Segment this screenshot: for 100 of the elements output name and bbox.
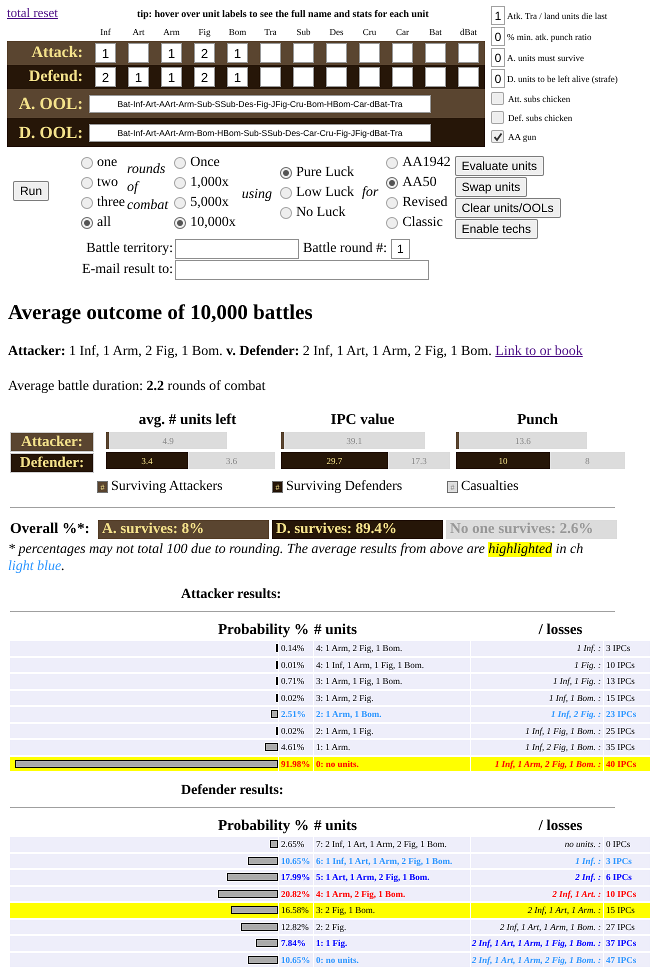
unit-label[interactable]: Sub <box>287 27 320 41</box>
option-field[interactable]: 1 <box>491 6 505 25</box>
reset-link[interactable]: total reset <box>7 5 137 21</box>
action-button[interactable]: Clear units/OOLs <box>454 198 561 218</box>
unit-count-field[interactable] <box>425 67 446 87</box>
unit-count-field[interactable] <box>359 43 380 63</box>
email-field[interactable] <box>175 260 429 280</box>
radio-label[interactable]: three <box>97 195 125 211</box>
radio-button[interactable] <box>280 167 292 179</box>
unit-count-field[interactable]: 2 <box>194 67 215 87</box>
radio-label[interactable]: 10,000x <box>190 215 236 231</box>
option-field[interactable]: 0 <box>491 69 505 88</box>
table-cell: 27 IPCs <box>604 920 650 934</box>
radio-button[interactable] <box>174 177 186 189</box>
unit-count-field[interactable] <box>458 67 479 87</box>
table-cell: 0 IPCs <box>604 837 650 852</box>
unit-label[interactable]: Des <box>320 27 353 41</box>
surviving-bar: 3.4 <box>106 452 188 469</box>
table-cell: 10.65% <box>279 952 313 967</box>
radio-label[interactable]: one <box>97 155 118 171</box>
unit-label[interactable]: Car <box>386 27 419 41</box>
unit-count-field[interactable] <box>293 43 314 63</box>
radio-button[interactable] <box>280 187 292 199</box>
radio-button[interactable] <box>386 217 398 229</box>
unit-label[interactable]: dBat <box>452 27 485 41</box>
bookmark-link[interactable]: Link to or book <box>495 344 583 359</box>
unit-count-field[interactable]: 1 <box>95 43 116 63</box>
unit-label[interactable]: Bat <box>419 27 452 41</box>
action-button[interactable]: Swap units <box>454 177 528 197</box>
unit-count-field[interactable]: 1 <box>161 43 182 63</box>
radio-button[interactable] <box>386 157 398 169</box>
column-header: Probability % <box>217 818 310 835</box>
radio-label[interactable]: all <box>97 215 112 231</box>
unit-label[interactable]: Arm <box>155 27 188 41</box>
option-field[interactable]: 0 <box>491 48 505 67</box>
unit-label[interactable]: Inf <box>89 27 122 41</box>
round-field[interactable]: 1 <box>391 239 410 259</box>
radio-button[interactable] <box>174 197 186 209</box>
table-cell: 2 Inf, 1 Art, 1 Arm, 1 Bom. : <box>471 920 603 934</box>
radio-button[interactable] <box>280 207 292 219</box>
unit-count-field[interactable] <box>260 67 281 87</box>
territory-field[interactable] <box>175 239 299 259</box>
unit-count-field[interactable] <box>458 43 479 63</box>
ool-field[interactable]: Bat-Inf-Art-AArt-Arm-Bom-HBom-Sub-SSub-Des-Car-Cru-Fig-JFig-dBat-Tra <box>89 124 431 142</box>
radio-button[interactable] <box>81 197 94 209</box>
unit-label[interactable]: Fig <box>188 27 221 41</box>
radio-label[interactable]: 1,000x <box>190 175 229 191</box>
table-cell: 1 Inf, 1 Bom. : <box>471 690 603 705</box>
unit-count-field[interactable] <box>326 43 347 63</box>
unit-label[interactable]: Cru <box>353 27 386 41</box>
ool-field[interactable]: Bat-Inf-Art-AArt-Arm-Sub-SSub-Des-Fig-JFig-Cru-Bom-HBom-Car-dBat-Tra <box>89 94 431 112</box>
table-cell: 3: 1 Arm, 1 Fig, 1 Bom. <box>314 674 470 688</box>
radio-label[interactable]: Classic <box>402 215 443 231</box>
unit-count-field[interactable] <box>359 67 380 87</box>
radio-button[interactable] <box>81 217 94 229</box>
unit-label[interactable]: Art <box>122 27 155 41</box>
unit-count-field[interactable]: 2 <box>95 67 116 87</box>
checkbox[interactable] <box>491 130 504 143</box>
radio-label[interactable]: Revised <box>402 195 448 211</box>
radio-label[interactable]: 5,000x <box>190 195 229 211</box>
radio-label[interactable]: Once <box>190 155 220 171</box>
unit-label[interactable]: Tra <box>254 27 287 41</box>
defend-label: Defend: <box>28 68 84 86</box>
radio-label[interactable]: AA50 <box>402 175 437 191</box>
unit-label[interactable]: Bom <box>221 27 254 41</box>
radio-label[interactable]: Low Luck <box>296 185 354 201</box>
unit-count-field[interactable] <box>392 43 413 63</box>
unit-count-field[interactable] <box>293 67 314 87</box>
radio-button[interactable] <box>386 177 398 189</box>
radio-button[interactable] <box>81 177 94 189</box>
unit-count-field[interactable] <box>128 43 149 63</box>
ool-label: A. OOL: <box>18 94 84 114</box>
unit-count-field[interactable]: 1 <box>128 67 149 87</box>
radio-button[interactable] <box>174 157 186 169</box>
table-cell: 15 IPCs <box>604 903 650 918</box>
action-button[interactable]: Evaluate units <box>454 156 544 176</box>
territory-label: Battle territory: <box>85 241 174 257</box>
unit-count-field[interactable] <box>260 43 281 63</box>
unit-count-field[interactable]: 1 <box>161 67 182 87</box>
radio-label[interactable]: AA1942 <box>402 155 451 171</box>
unit-count-field[interactable]: 1 <box>227 67 248 87</box>
radio-label[interactable]: two <box>97 175 118 191</box>
unit-count-field[interactable]: 2 <box>194 43 215 63</box>
option-field[interactable]: 0 <box>491 27 505 46</box>
table-cell: 4: 1 Arm, 2 Fig, 1 Bom. <box>314 641 470 656</box>
unit-count-field[interactable] <box>425 43 446 63</box>
unit-count-field[interactable]: 1 <box>227 43 248 63</box>
table-cell: 10 IPCs <box>604 886 650 901</box>
action-button[interactable]: Enable techs <box>454 219 538 239</box>
radio-label[interactable]: Pure Luck <box>296 165 354 181</box>
radio-label[interactable]: No Luck <box>296 205 346 221</box>
unit-count-field[interactable] <box>392 67 413 87</box>
radio-button[interactable] <box>81 157 94 169</box>
run-button[interactable]: Run <box>13 181 50 201</box>
unit-count-field[interactable] <box>326 67 347 87</box>
checkbox[interactable] <box>491 92 504 105</box>
table-cell: 35 IPCs <box>604 740 650 754</box>
radio-button[interactable] <box>174 217 186 229</box>
radio-button[interactable] <box>386 197 398 209</box>
checkbox[interactable] <box>491 111 504 124</box>
